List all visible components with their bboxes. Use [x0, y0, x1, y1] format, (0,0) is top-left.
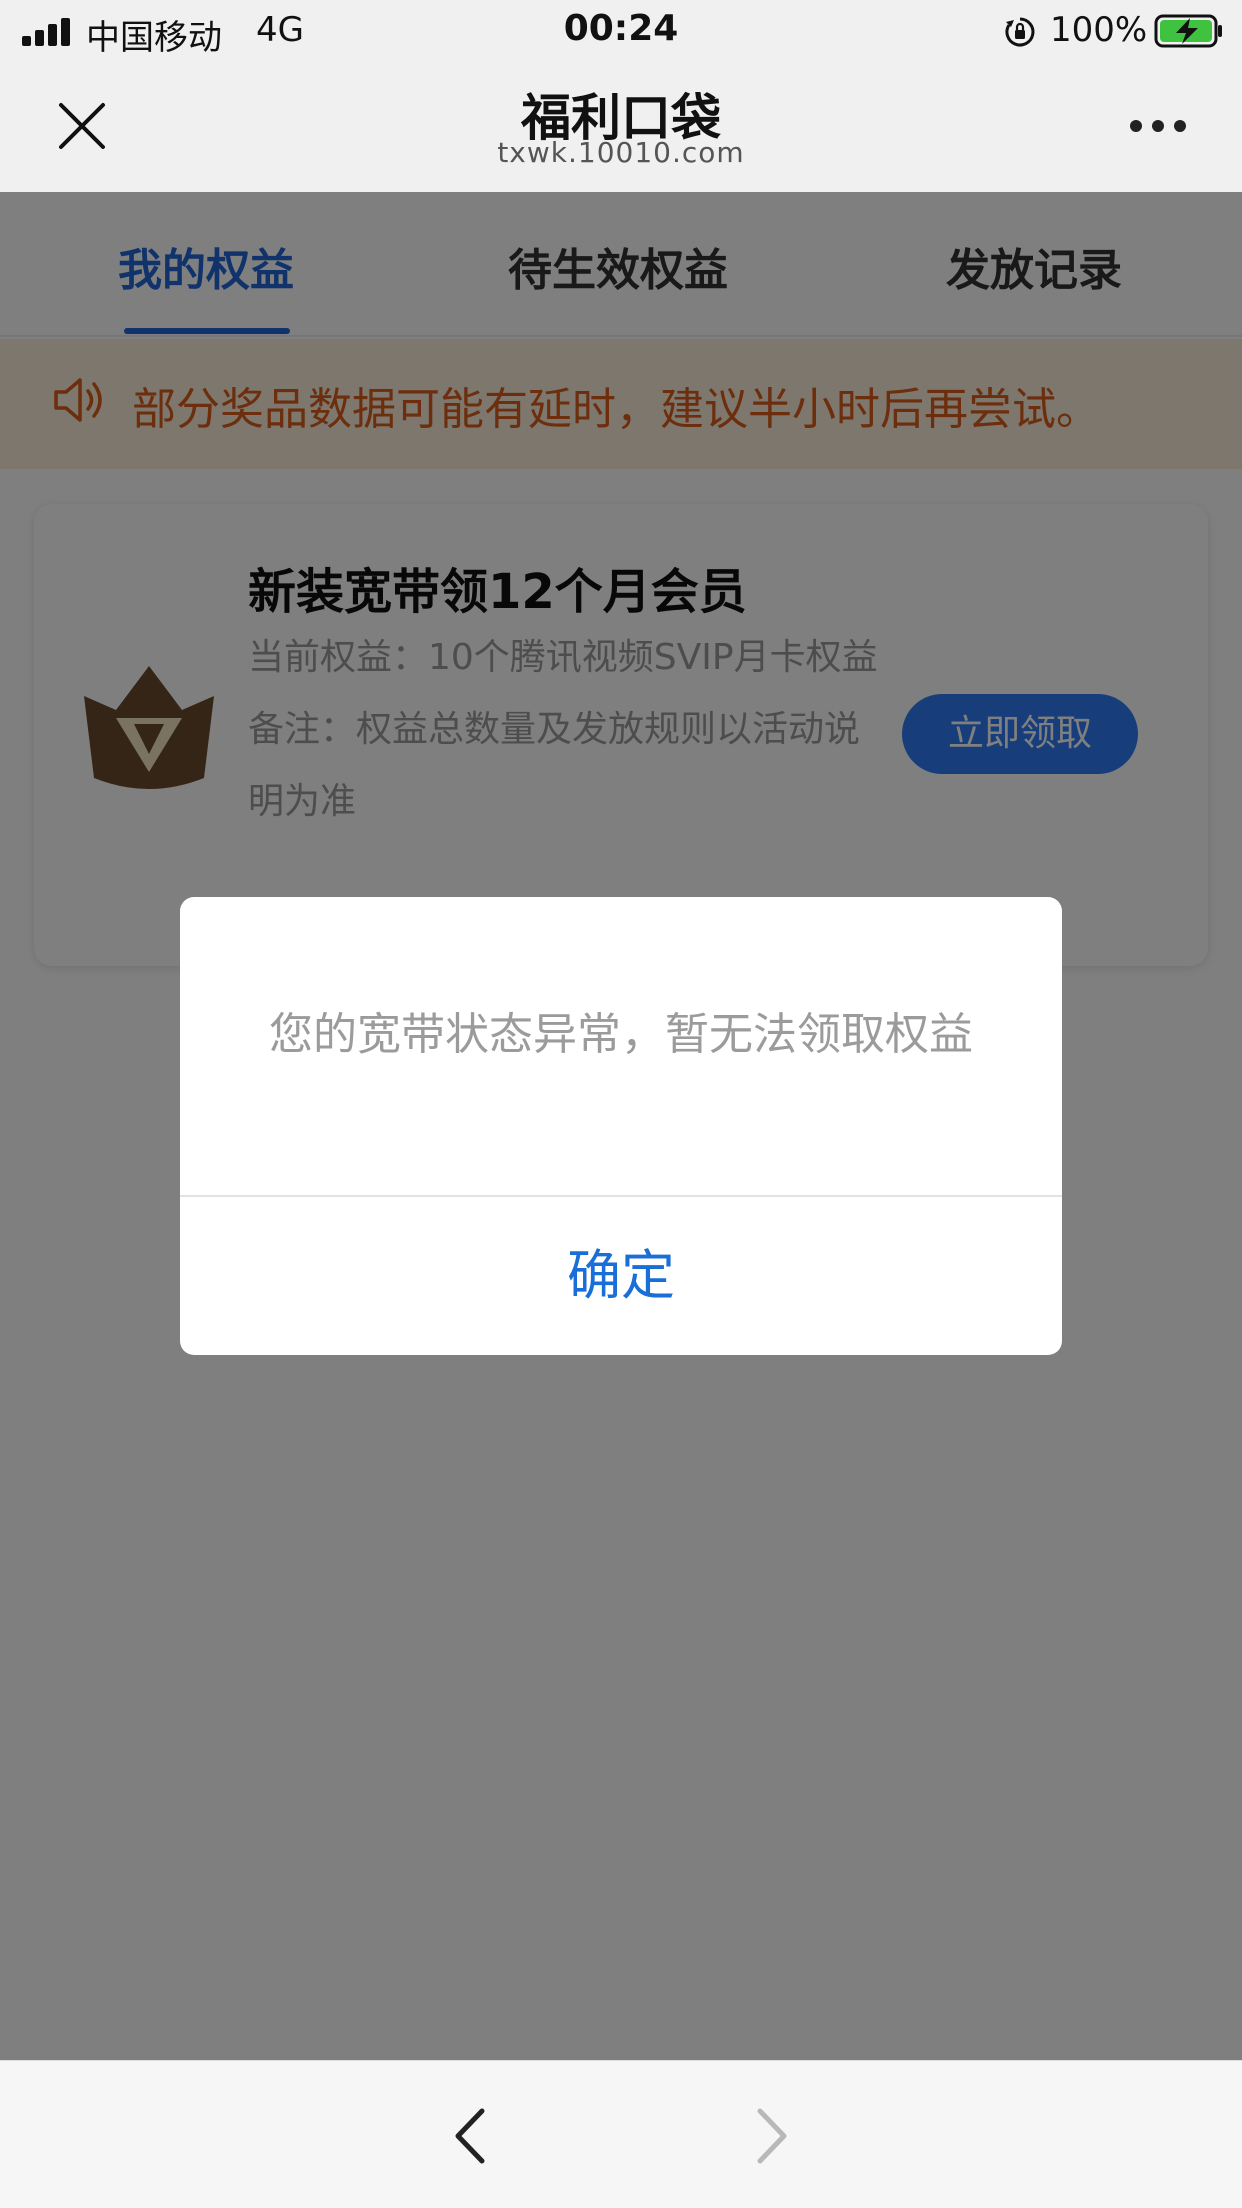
nav-bar: 福利口袋 txwk.10010.com: [0, 62, 1242, 192]
alert-dialog: 您的宽带状态异常，暂无法领取权益 确定: [180, 897, 1062, 1355]
back-icon[interactable]: [450, 2107, 490, 2165]
battery-charging-icon: [1154, 14, 1222, 48]
confirm-button[interactable]: 确定: [180, 1197, 1062, 1355]
battery-percentage: 100%: [1050, 10, 1148, 50]
orientation-lock-icon: [1005, 17, 1035, 47]
page-url: txwk.10010.com: [497, 136, 745, 169]
browser-toolbar: [0, 2060, 1242, 2208]
dialog-message: 您的宽带状态异常，暂无法领取权益: [269, 1009, 973, 1060]
status-bar: 中国移动 4G 00:24 100%: [0, 0, 1242, 62]
forward-icon[interactable]: [752, 2107, 792, 2165]
more-icon[interactable]: [1130, 120, 1186, 134]
